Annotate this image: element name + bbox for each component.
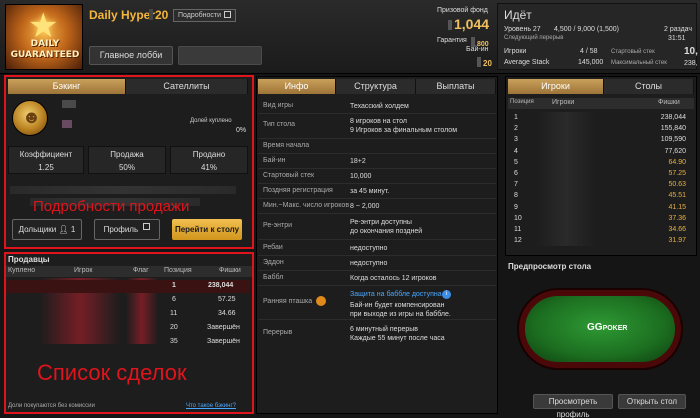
early-bird-icon (316, 296, 326, 306)
table-preview-title: Предпросмотр стола (508, 262, 592, 271)
tournament-buyin: 20 (149, 8, 168, 22)
ggpoker-logo: GGPOKER (587, 322, 628, 333)
max-stack-value: 238, (684, 60, 698, 67)
next-break-label: Следующий перерыв (504, 35, 564, 41)
view-profile-button[interactable]: Просмотреть профиль (533, 394, 613, 418)
table-row[interactable]: 8 45.51 (508, 191, 690, 202)
secondary-header-button[interactable] (178, 46, 262, 65)
buyin-label: Бай-ин (466, 46, 489, 53)
table-row[interactable]: 1 238,044 (508, 113, 690, 124)
status-title: Идёт (504, 8, 532, 22)
players-label: Игроки (504, 48, 527, 55)
table-row[interactable]: 5 64.90 (508, 158, 690, 169)
hands-count: 2 раздач (664, 26, 693, 33)
info-icon[interactable]: i (442, 290, 451, 299)
start-stack-label: Стартовый стек (611, 49, 655, 55)
prize-pool-label: Призовой фонд (437, 7, 488, 14)
tab-structure[interactable]: Структура (336, 79, 416, 94)
players-value: 4 / 58 (580, 48, 598, 55)
open-table-button[interactable]: Открыть стол (618, 394, 686, 409)
start-stack-value: 10, (684, 46, 698, 57)
guarantee-label: Гарантия (437, 37, 467, 44)
details-button[interactable]: Подробности (173, 9, 237, 22)
table-row[interactable]: 4 77,620 (508, 147, 690, 158)
tournament-logo: ★ DAILY GUARANTEED (5, 4, 83, 70)
avg-stack-label: Average Stack (504, 59, 550, 66)
main-lobby-button[interactable]: Главное лобби (89, 46, 173, 65)
bubble-protection-link[interactable]: Защита на баббле доступна (350, 290, 442, 299)
annotation-frame-sale-details (4, 75, 254, 249)
blinds-value: 4,500 / 9,000 (1,500) (554, 26, 619, 33)
avg-stack-value: 145,000 (578, 59, 604, 66)
table-row[interactable]: 2 155,840 (508, 124, 690, 135)
table-row[interactable]: 11 34.66 (508, 225, 690, 236)
buyin-value: 20 (477, 57, 492, 68)
tab-tables[interactable]: Столы (604, 79, 694, 94)
tab-payouts[interactable]: Выплаты (416, 79, 496, 94)
tab-players[interactable]: Игроки (508, 79, 604, 94)
table-row[interactable]: 12 31.97 (508, 236, 690, 247)
level-label: Уровень 27 (504, 26, 541, 33)
table-row[interactable]: 6 57.25 (508, 169, 690, 180)
star-icon: ★ (28, 7, 59, 45)
annotation-frame-deals-list (4, 252, 254, 414)
table-row[interactable]: 9 41.15 (508, 203, 690, 214)
tournament-name: Daily Hyper (89, 8, 156, 22)
tab-info[interactable]: Инфо (258, 79, 336, 94)
players-table-header: Позиция Игроки Фишки (508, 98, 694, 109)
prize-pool-value: 1,044 (448, 16, 489, 32)
table-row[interactable]: 7 50.63 (508, 180, 690, 191)
status-panel: Идёт Уровень 27 4,500 / 9,000 (1,500) 2 … (497, 3, 698, 70)
table-row[interactable]: 10 37.36 (508, 214, 690, 225)
max-stack-label: Максимальный стек (611, 60, 667, 66)
next-break-time: 31:51 (668, 35, 686, 42)
external-link-icon (224, 11, 232, 18)
table-row[interactable]: 3 109,590 (508, 135, 690, 146)
tournament-header: ★ DAILY GUARANTEED Daily Hyper 20 Подроб… (0, 0, 700, 74)
